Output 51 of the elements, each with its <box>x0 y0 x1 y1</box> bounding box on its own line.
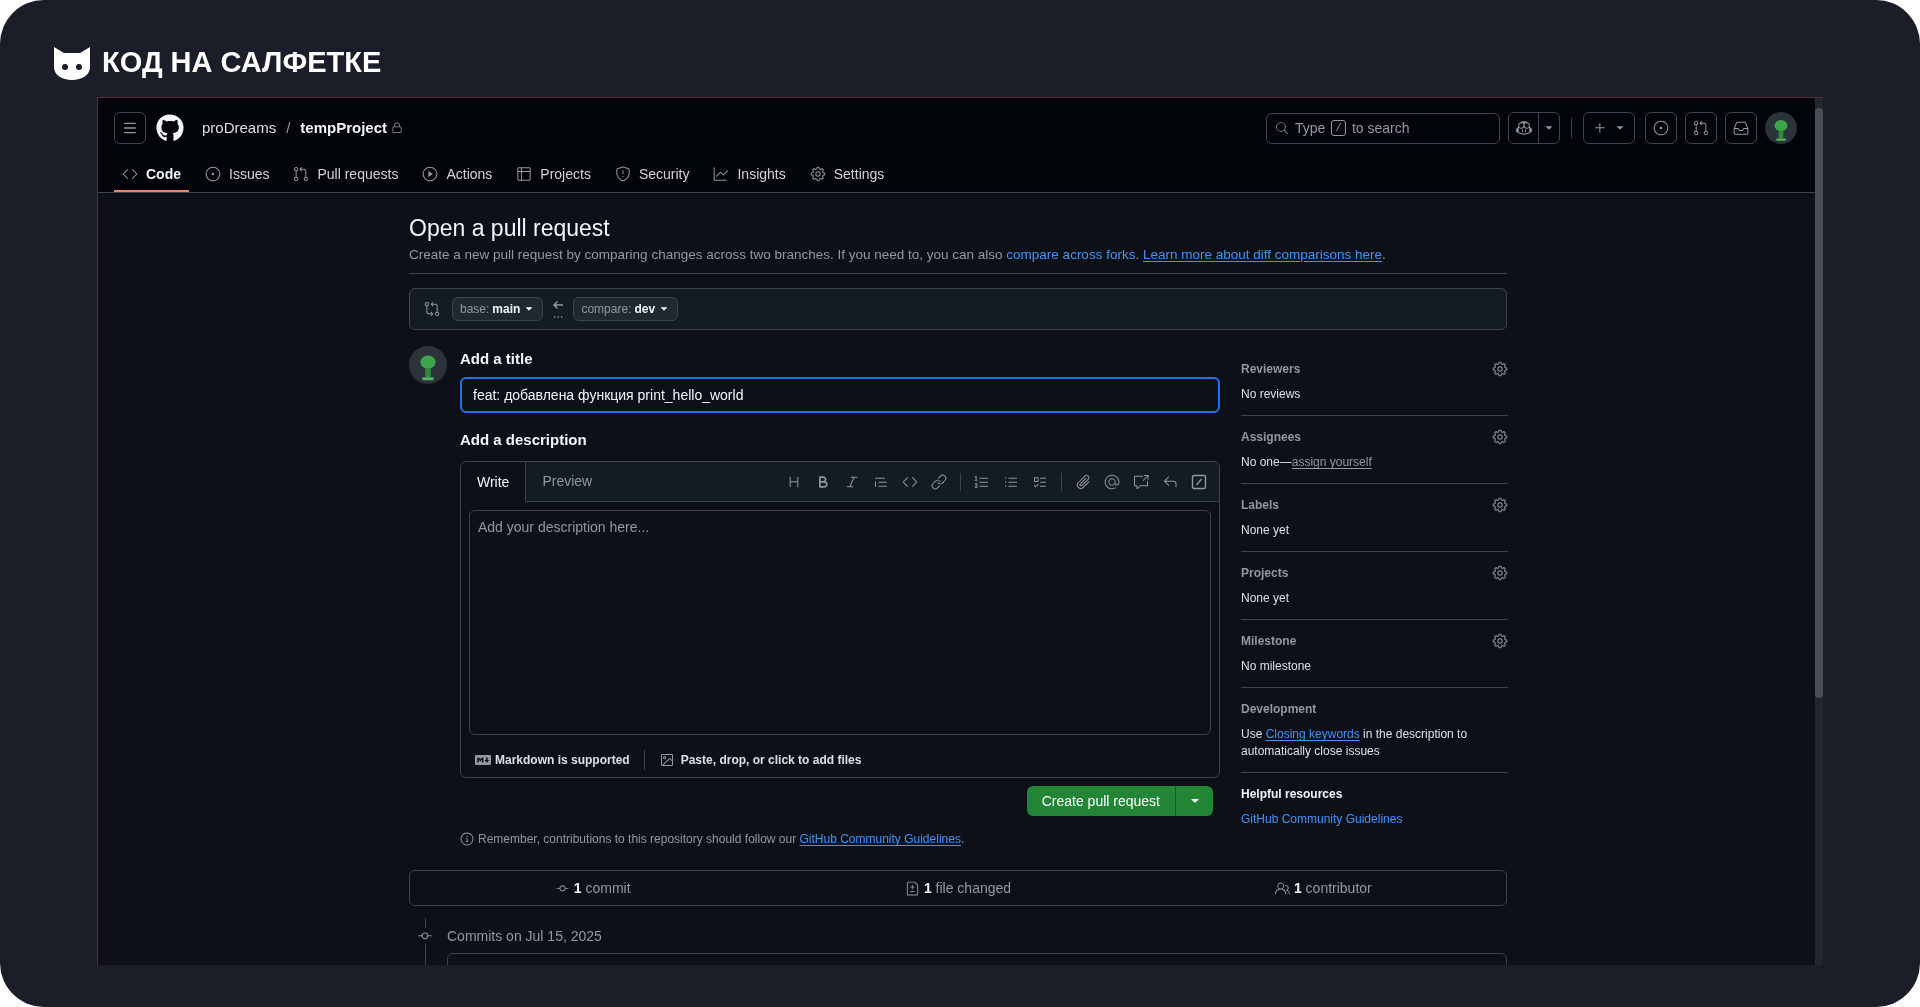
field-label: Add a description <box>460 429 588 450</box>
repo-tab[interactable]: Actions <box>414 158 501 192</box>
sidebar-value: None yet <box>1241 522 1291 540</box>
sidebar-value: No reviews <box>1241 386 1302 404</box>
title-field[interactable]: feat: добавлена функция print_hello_world <box>460 376 1220 413</box>
summary-link[interactable]: 1 contributor <box>1293 877 1372 899</box>
compare-branch-button[interactable]: compare: dev <box>573 297 679 322</box>
editor-tab[interactable]: Preview <box>526 462 609 502</box>
sidebar-heading: Labels <box>1241 497 1279 515</box>
owner-link[interactable]: proDreams <box>202 116 277 140</box>
repo-tab[interactable]: Security <box>606 158 698 192</box>
page-title: Open a pull request <box>409 214 611 243</box>
sidebar-value: None yet <box>1241 590 1291 608</box>
link[interactable]: GitHub Community Guidelines <box>1241 812 1403 827</box>
repo-tab[interactable]: Insights <box>705 158 794 192</box>
editor-tab[interactable]: Write <box>461 462 527 503</box>
link[interactable]: GitHub Community Guidelines <box>799 832 961 847</box>
sidebar-heading: Assignees <box>1241 429 1302 447</box>
create-pull-request-button[interactable]: Create pull request <box>1026 786 1213 817</box>
link[interactable]: Learn more about diff comparisons here <box>1142 247 1383 262</box>
sidebar-value: No one—assign yourself <box>1241 454 1373 472</box>
description-field[interactable]: Add your description here... <box>469 510 1211 736</box>
markdown-note[interactable]: Markdown is supported <box>495 751 630 770</box>
search-field[interactable]: Type / to search <box>1266 112 1500 144</box>
summary-link[interactable]: 1 commit <box>573 877 631 899</box>
repo-tab[interactable]: Pull requests <box>285 158 407 192</box>
path-separator: / <box>286 117 291 138</box>
sidebar-value: Use Closing keywords in the description to automatically close issues <box>1241 726 1469 761</box>
summary-link[interactable]: 1 file changed <box>923 877 1012 899</box>
search-hint: to search <box>1351 118 1410 138</box>
sidebar-heading: Development <box>1241 701 1317 719</box>
repo-link[interactable]: tempProject <box>300 116 388 140</box>
sidebar-heading: Milestone <box>1241 633 1297 651</box>
repo-tab[interactable]: Projects <box>508 158 599 192</box>
sidebar-heading: Helpful resources <box>1241 786 1343 804</box>
link[interactable]: Closing keywords <box>1265 727 1360 742</box>
sidebar-heading: Projects <box>1241 565 1289 583</box>
base-branch-button[interactable]: base: main <box>452 297 544 322</box>
attach-files-note[interactable]: Paste, drop, or click to add files <box>680 751 862 770</box>
shortcut-key: / <box>1331 120 1346 136</box>
sidebar-heading: Reviewers <box>1241 361 1301 379</box>
search-hint: Type <box>1295 118 1326 138</box>
page-description: Create a new pull request by comparing changes across two branches. If you need to, you can also compare across forks. Learn more about diff comparisons here. <box>409 246 1387 264</box>
brand-name: КОД НА САЛФЕТКЕ <box>102 44 382 80</box>
repo-tab[interactable]: Settings <box>801 158 893 192</box>
guidelines-note: Remember, contributions to this repository should follow our GitHub Community Guidelines. <box>478 831 965 849</box>
field-label: Add a title <box>460 349 534 370</box>
commit-date-heading: Commits on Jul 15, 2025 <box>447 927 603 947</box>
sidebar-value: No milestone <box>1241 658 1313 676</box>
repo-tab[interactable]: Issues <box>197 158 278 192</box>
link[interactable]: assign yourself <box>1291 455 1372 470</box>
